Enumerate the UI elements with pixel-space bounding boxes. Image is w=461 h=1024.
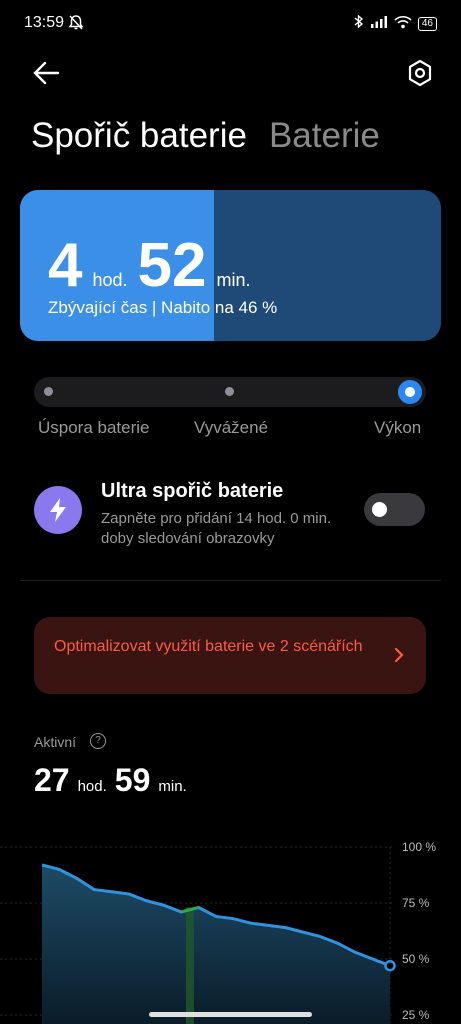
active-minutes-unit: min.	[158, 778, 187, 795]
home-indicator[interactable]	[149, 1012, 312, 1017]
bluetooth-icon	[354, 14, 364, 34]
active-hours: 27	[34, 762, 70, 798]
remaining-time: 4 hod. 52 min.	[48, 230, 261, 301]
remaining-minutes: 52	[137, 231, 207, 300]
remaining-subtitle: Zbývající čas | Nabito na 46 %	[48, 298, 278, 317]
ultra-saver-toggle[interactable]	[364, 493, 425, 526]
ultra-saver-title: Ultra spořič baterie	[101, 480, 284, 502]
status-icons: 46	[354, 14, 437, 34]
chart-y-tick: 25 %	[402, 1008, 430, 1022]
battery-icon: 46	[417, 17, 437, 31]
chart-y-tick: 75 %	[402, 896, 430, 910]
tab-bar: Spořič baterie Baterie	[31, 116, 380, 156]
mute-bell-icon	[68, 14, 84, 36]
remaining-hours: 4	[48, 231, 83, 300]
gear-icon	[408, 59, 432, 87]
optimize-banner[interactable]: Optimalizovat využití baterie ve 2 scéná…	[34, 617, 426, 694]
mode-slider[interactable]	[34, 377, 426, 407]
tab-battery[interactable]: Baterie	[269, 116, 380, 156]
divider	[20, 580, 441, 581]
mode-label-balanced[interactable]: Vyvážené	[194, 418, 268, 438]
back-arrow-icon	[33, 61, 60, 85]
battery-usage-chart: 100 % 75 % 50 % 25 %	[0, 840, 436, 1024]
back-button[interactable]	[30, 58, 64, 88]
chart-charging-bar	[185, 907, 194, 1024]
status-time: 13:59	[24, 14, 65, 31]
chart-y-tick: 100 %	[402, 840, 436, 854]
mode-label-performance[interactable]: Výkon	[374, 418, 421, 438]
optimize-text: Optimalizovat využití baterie ve 2 scéná…	[54, 638, 363, 655]
ultra-saver-description: Zapněte pro přidání 14 hod. 0 min. doby …	[101, 510, 332, 547]
help-icon[interactable]: ?	[90, 733, 106, 749]
wifi-icon	[394, 15, 412, 34]
slider-thumb[interactable]	[398, 380, 422, 404]
slider-stop-balanced[interactable]	[225, 387, 234, 396]
active-label: Aktivní	[34, 734, 77, 750]
minutes-unit: min.	[216, 270, 251, 290]
slider-stop-saver[interactable]	[44, 387, 53, 396]
lightning-icon	[34, 486, 82, 534]
active-time: 27 hod. 59 min.	[34, 762, 195, 799]
toggle-knob	[372, 502, 387, 517]
signal-icon	[370, 15, 388, 33]
active-minutes: 59	[114, 762, 151, 798]
chevron-right-icon	[394, 647, 404, 668]
chart-y-tick: 50 %	[402, 952, 430, 966]
tab-battery-saver[interactable]: Spořič baterie	[31, 116, 247, 156]
chart-current-point	[384, 959, 396, 972]
battery-remaining-card[interactable]: 4 hod. 52 min. Zbývající čas | Nabito na…	[20, 190, 441, 341]
settings-button[interactable]	[405, 58, 435, 88]
active-hours-unit: hod.	[77, 778, 107, 795]
mode-label-saver[interactable]: Úspora baterie	[38, 418, 150, 438]
hours-unit: hod.	[92, 270, 128, 290]
